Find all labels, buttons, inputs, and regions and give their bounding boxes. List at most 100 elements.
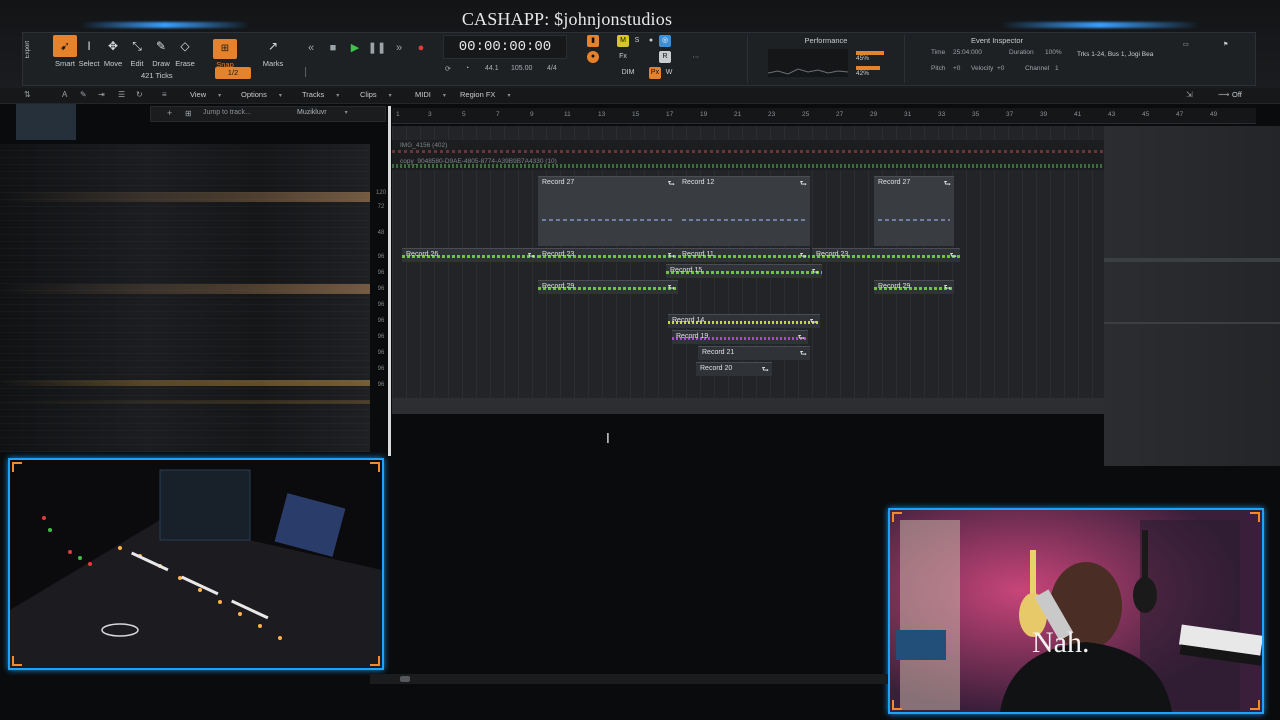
audio-clip[interactable]: Record 29 ⮑: [874, 280, 954, 294]
punch-in-icon[interactable]: ▮: [587, 35, 599, 47]
frame-corner: [1250, 700, 1260, 710]
view-icon[interactable]: ⊞: [185, 109, 192, 118]
marks-icon: ↗: [267, 39, 279, 53]
menu-clips[interactable]: Clips: [360, 90, 392, 99]
track-header-strip[interactable]: [0, 284, 370, 294]
midi-clip[interactable]: Record 12 ⮑: [678, 176, 810, 246]
add-track-icon[interactable]: +: [167, 108, 172, 118]
dim-icon[interactable]: DIM: [613, 67, 643, 79]
markers-icon[interactable]: ⚑: [1223, 41, 1237, 79]
audio-clip[interactable]: Record 11 ⮑: [678, 248, 810, 262]
transport-controls: « ■ ▶ ❚❚ » ●: [301, 39, 424, 59]
main-toolbar: Export ➹ Smart I Select ✥ Move ⤡ Edit ✎ …: [22, 32, 1256, 86]
write-icon[interactable]: W: [663, 67, 675, 79]
frame-corner: [370, 656, 380, 666]
fx-icon[interactable]: Fx: [617, 51, 629, 63]
audio-clip[interactable]: Record 20 ⮑: [696, 362, 772, 376]
audio-clip[interactable]: Record 29 ⮑: [538, 280, 678, 294]
menu-options[interactable]: Options: [241, 90, 282, 99]
time-display[interactable]: 00:00:00:00: [443, 35, 567, 59]
meter-value[interactable]: 4/4: [547, 65, 557, 72]
menu-view[interactable]: View: [190, 90, 221, 99]
read-icon[interactable]: R: [659, 51, 671, 63]
record-icon[interactable]: ●: [411, 39, 431, 57]
snap-button[interactable]: ⊞: [213, 39, 237, 59]
expand-icon[interactable]: ⇅: [24, 90, 31, 99]
track-headers-panel: [0, 144, 370, 452]
link-icon[interactable]: ⟿: [1218, 90, 1229, 99]
screen-icon[interactable]: ▭: [1183, 41, 1197, 79]
inspector-panel-right: [1104, 126, 1280, 466]
audio-clip[interactable]: Record 26 ⮑: [402, 248, 538, 262]
device-select[interactable]: Muzikluvr: [297, 109, 348, 116]
audio-clip[interactable]: Record 21 ⮑: [698, 346, 810, 360]
host-camera-image: [890, 510, 1262, 712]
midi-clip[interactable]: Record 27 ⮑: [874, 176, 954, 246]
audio-clip[interactable]: Record 14 ⮑: [668, 314, 820, 328]
crop-icon[interactable]: ⇲: [1186, 90, 1193, 99]
skip-icon[interactable]: ⇥: [98, 90, 105, 99]
shirt-text: Nah.: [1032, 626, 1090, 659]
scroll-thumb[interactable]: [400, 676, 410, 682]
jump-to-track-input[interactable]: Jump to track...: [203, 109, 251, 116]
off-toggle[interactable]: Off: [1232, 90, 1242, 99]
track-subbar: + ⊞ Jump to track... Muzikluvr: [150, 106, 386, 122]
select-icon[interactable]: ⋮: [689, 39, 701, 75]
solo-icon[interactable]: S: [631, 35, 643, 47]
tool-move[interactable]: ✥ Move: [101, 35, 125, 85]
audio-clip[interactable]: Record 23 ⮑: [812, 248, 960, 262]
midi-notes: [878, 219, 950, 221]
track-info: Trks 1-24, Bus 1, Jogi Bea: [1077, 51, 1154, 58]
edit-icon[interactable]: ✎: [80, 90, 87, 99]
menu-region-fx[interactable]: Region FX: [460, 90, 510, 99]
arrangement-view[interactable]: IMG_4156 (402) copy_9048580-D9AE-4805-87…: [392, 126, 1104, 414]
play-icon[interactable]: ▶: [345, 39, 365, 57]
pause-icon[interactable]: ❚❚: [367, 39, 387, 57]
list-icon[interactable]: ☰: [118, 90, 125, 99]
record-dot-icon[interactable]: ●: [645, 35, 657, 47]
timeline-ruler[interactable]: 1 3 5 7 9 11 13 15 17 19 21 23 25 27 29 …: [392, 108, 1256, 124]
sample-rate: 44.1: [485, 65, 499, 72]
panel-divider: [1104, 258, 1280, 262]
audio-clip[interactable]: Record 23 ⮑: [538, 248, 678, 262]
tool-erase[interactable]: ◇ Erase: [173, 35, 197, 85]
fast-forward-icon[interactable]: »: [389, 39, 409, 57]
rewind-icon[interactable]: «: [301, 39, 321, 57]
mix-controls: ▮ ● M S ● ◎ Fx R DIM Px W ⋮: [587, 33, 707, 85]
top-clip-label[interactable]: IMG_4156 (402): [400, 142, 447, 149]
track-header-strip[interactable]: [0, 192, 370, 202]
audio-clip[interactable]: Record 19 ⮑: [672, 330, 808, 344]
midi-clip[interactable]: Record 27 ⮑: [538, 176, 678, 246]
position-slider[interactable]: [305, 67, 417, 77]
px-icon[interactable]: Px: [649, 67, 661, 79]
export-button[interactable]: Export: [25, 35, 35, 85]
clip-arrow-icon: ⮑: [799, 179, 807, 188]
tool-select[interactable]: I Select: [77, 35, 101, 85]
metronome-icon[interactable]: ◔: [465, 65, 469, 72]
playhead[interactable]: [388, 106, 391, 456]
track-header-strip[interactable]: [0, 400, 370, 404]
record-arm-icon[interactable]: ●: [587, 51, 599, 63]
loop-icon[interactable]: ⟳: [445, 65, 451, 73]
input-monitor-icon[interactable]: ◎: [659, 35, 671, 47]
mute-icon[interactable]: M: [617, 35, 629, 47]
clip-arrow-icon: ⮑: [667, 179, 675, 188]
audio-clip[interactable]: Record 15 ⮑: [666, 264, 822, 278]
frame-corner: [12, 462, 22, 472]
menu-tracks[interactable]: Tracks: [302, 90, 339, 99]
menu-icon[interactable]: ≡: [162, 90, 167, 99]
tempo-value[interactable]: 105.00: [511, 65, 532, 72]
clip-arrow-icon: ⮑: [797, 333, 805, 342]
stop-icon[interactable]: ■: [323, 39, 343, 57]
frame-corner: [12, 656, 22, 666]
draw-tool-icon: ✎: [155, 39, 167, 53]
clip-arrow-icon: ⮑: [667, 283, 675, 292]
automation-icon[interactable]: A: [62, 90, 67, 99]
marks-button[interactable]: ↗ Marks: [261, 35, 285, 85]
track-header-strip[interactable]: [0, 380, 370, 386]
menu-midi[interactable]: MIDI: [415, 90, 446, 99]
refresh-icon[interactable]: ↻: [136, 90, 143, 99]
horizontal-scrollbar[interactable]: [370, 674, 888, 684]
snap-value-box[interactable]: 1/2: [215, 67, 251, 79]
tool-smart[interactable]: ➹ Smart: [53, 35, 77, 85]
